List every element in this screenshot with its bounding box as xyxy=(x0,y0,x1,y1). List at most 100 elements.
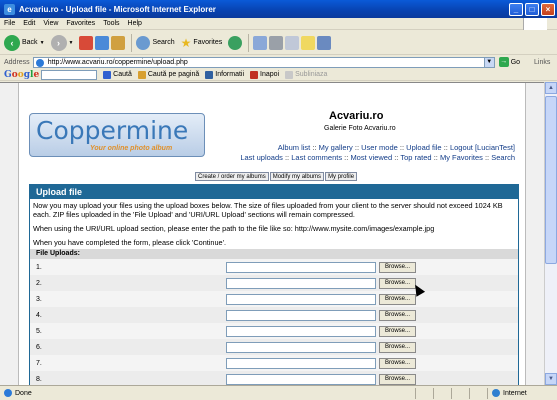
nav-album-list[interactable]: Album list xyxy=(278,143,311,152)
instructions-paragraph: When you have completed the form, please… xyxy=(33,238,227,247)
forward-button[interactable]: › ▼ xyxy=(50,34,74,51)
chevron-down-icon[interactable]: ▼ xyxy=(40,40,45,46)
mail-icon[interactable] xyxy=(253,35,268,50)
address-input[interactable]: http://www.acvariu.ro/coppermine/upload.… xyxy=(32,56,485,68)
discuss-icon[interactable] xyxy=(301,35,316,50)
coppermine-logo[interactable]: Coppermine Your online photo album xyxy=(29,113,205,157)
google-search-button[interactable]: Caută xyxy=(103,70,132,79)
nav-my-gallery[interactable]: My gallery xyxy=(319,143,353,152)
scroll-up-button[interactable]: ▲ xyxy=(545,82,557,94)
upload-heading: Upload file xyxy=(30,185,518,199)
google-logo[interactable]: Google xyxy=(4,70,39,80)
page-content: Coppermine Your online photo album Acvar… xyxy=(18,83,526,385)
window-title: Acvariu.ro - Upload file - Microsoft Int… xyxy=(19,4,216,14)
links-button[interactable]: Links xyxy=(534,59,550,66)
nav-user-mode[interactable]: User mode xyxy=(361,143,398,152)
menu-favorites[interactable]: Favorites xyxy=(66,20,95,27)
globe-icon xyxy=(492,389,500,397)
upload-instructions: Now you may upload your files using the … xyxy=(30,199,518,249)
history-icon[interactable] xyxy=(228,35,243,50)
go-arrow-icon: → xyxy=(498,57,509,67)
nav-upload-file[interactable]: Upload file xyxy=(406,143,441,152)
stop-icon[interactable] xyxy=(79,35,94,50)
status-segment xyxy=(415,387,433,399)
search-icon xyxy=(103,70,112,79)
chevron-down-icon[interactable]: ▼ xyxy=(69,40,74,46)
scroll-down-button[interactable]: ▼ xyxy=(545,373,557,385)
browse-button[interactable]: Browse... xyxy=(379,261,417,273)
file-path-input[interactable] xyxy=(226,325,376,337)
file-path-input[interactable] xyxy=(226,293,376,305)
page-done-icon xyxy=(4,389,12,397)
home-icon[interactable] xyxy=(111,35,126,50)
file-uploads-header: File Uploads: xyxy=(30,249,518,259)
file-upload-row: 1. Browse... xyxy=(30,259,518,275)
address-label: Address xyxy=(4,58,30,66)
nav-last-uploads[interactable]: Last uploads xyxy=(240,153,283,162)
tab-modify-albums[interactable]: Modify my albums xyxy=(269,172,325,181)
file-upload-row: 6. Browse... xyxy=(30,339,518,355)
upload-panel: Upload file Now you may upload your file… xyxy=(29,184,519,385)
site-name: Acvariu.ro xyxy=(329,110,384,122)
menu-help[interactable]: Help xyxy=(128,20,142,27)
file-path-input[interactable] xyxy=(226,357,376,369)
nav-logout[interactable]: Logout [LucianTest] xyxy=(450,143,515,152)
favorites-button[interactable]: ★ Favorites xyxy=(181,36,223,50)
print-icon[interactable] xyxy=(269,35,284,50)
highlight-icon xyxy=(285,70,294,79)
browse-button[interactable]: Browse... xyxy=(379,293,417,305)
status-bar: Done Internet xyxy=(0,385,557,400)
browse-button[interactable]: Browse... xyxy=(379,357,417,369)
file-path-input[interactable] xyxy=(226,341,376,353)
back-icon xyxy=(250,70,259,79)
file-path-input[interactable] xyxy=(226,261,376,273)
close-button[interactable]: × xyxy=(541,2,555,16)
refresh-icon[interactable] xyxy=(95,35,110,50)
google-search-page-button[interactable]: Caută pe pagină xyxy=(137,70,199,79)
status-segment xyxy=(451,387,469,399)
info-icon xyxy=(205,70,214,79)
file-path-input[interactable] xyxy=(226,373,376,385)
browse-button[interactable]: Browse... xyxy=(379,341,417,353)
google-highlight-button[interactable]: Subliniaza xyxy=(285,70,327,79)
vertical-scrollbar[interactable]: ▲ ▼ xyxy=(544,82,557,385)
browse-button[interactable]: Browse... xyxy=(379,309,417,321)
menu-file[interactable]: File xyxy=(4,20,15,27)
edit-icon[interactable] xyxy=(285,35,300,50)
status-segment xyxy=(433,387,451,399)
tab-create-albums[interactable]: Create / order my albums xyxy=(195,172,269,181)
scroll-thumb[interactable] xyxy=(545,96,557,264)
tab-my-profile[interactable]: My profile xyxy=(325,172,358,181)
page-icon xyxy=(35,58,44,67)
browse-button[interactable]: Browse... xyxy=(379,325,417,337)
google-info-button[interactable]: Informatii xyxy=(205,70,244,79)
menu-view[interactable]: View xyxy=(43,20,58,27)
google-search-input[interactable] xyxy=(41,69,98,80)
ie-app-icon: e xyxy=(4,3,15,15)
search-button[interactable]: Search xyxy=(136,35,175,50)
file-path-input[interactable] xyxy=(226,277,376,289)
file-path-input[interactable] xyxy=(226,309,376,321)
nav-top-rated[interactable]: Top rated xyxy=(400,153,431,162)
back-button[interactable]: ‹ Back ▼ xyxy=(4,34,45,51)
instructions-paragraph: Now you may upload your files using the … xyxy=(33,201,503,219)
maximize-button[interactable]: □ xyxy=(525,2,539,16)
file-upload-row: 2. Browse... xyxy=(30,275,518,291)
windows-logo-icon xyxy=(523,18,547,30)
menu-edit[interactable]: Edit xyxy=(23,20,35,27)
messenger-icon[interactable] xyxy=(317,35,332,50)
address-dropdown[interactable]: ▼ xyxy=(484,56,495,68)
back-arrow-icon: ‹ xyxy=(4,34,20,51)
google-back-button[interactable]: Inapoi xyxy=(250,70,279,79)
nav-last-comments[interactable]: Last comments xyxy=(291,153,342,162)
menu-tools[interactable]: Tools xyxy=(103,20,119,27)
toolbar-divider xyxy=(131,33,133,52)
nav-search[interactable]: Search xyxy=(491,153,515,162)
nav-my-favorites[interactable]: My Favorites xyxy=(440,153,483,162)
browse-button[interactable]: Browse... xyxy=(379,373,417,385)
minimize-button[interactable]: _ xyxy=(509,2,523,16)
nav-most-viewed[interactable]: Most viewed xyxy=(350,153,392,162)
site-subtitle: Galerie Foto Acvariu.ro xyxy=(324,125,396,132)
go-button[interactable]: → Go xyxy=(498,57,520,67)
forward-arrow-icon: › xyxy=(50,34,67,51)
